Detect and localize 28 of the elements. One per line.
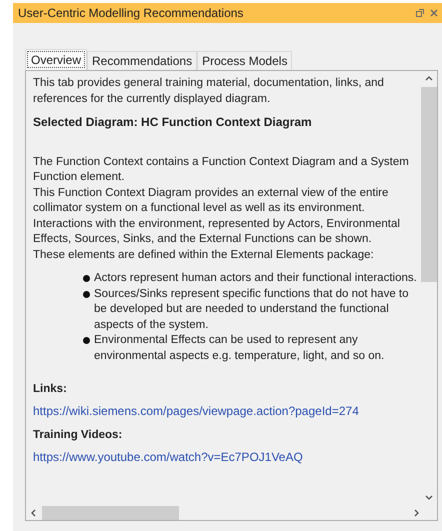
- links-heading: Links:: [33, 382, 68, 397]
- paragraph: The Function Context contains a Function Context Diagram and a System Function element.: [33, 154, 410, 185]
- intro-text: This tab provides general training material, documentation, links, and references for the currently displayed diagram.: [33, 76, 385, 106]
- video-link[interactable]: https://www.youtube.com/watch?v=Ec7POJ1VeAQ: [33, 450, 420, 465]
- scroll-down-icon[interactable]: [424, 495, 432, 501]
- bullet-icon: [83, 275, 90, 282]
- videos-heading: Training Videos:: [33, 428, 124, 443]
- tab[interactable]: Process Models: [197, 51, 292, 70]
- scroll-up-icon[interactable]: [424, 75, 432, 81]
- bullet-text: Sources/Sinks represent specific functions that do not have to be developed but are needed to understand the functional aspects of the system.: [94, 286, 410, 332]
- close-icon[interactable]: [430, 9, 438, 17]
- diagram-heading: Selected Diagram: HC Function Context Diagram: [33, 115, 313, 130]
- tab[interactable]: Overview: [25, 49, 88, 70]
- scroll-thumb[interactable]: [42, 506, 179, 520]
- bullet-text: Environmental Effects can be used to represent any environmental aspects e.g. temperature, light, and so on.: [94, 333, 386, 364]
- bullet-icon: [83, 337, 90, 344]
- paragraph: Interactions with the environment, represented by Actors, Environmental Effects, Sources, Sinks, and the External Functions can be shown.: [33, 216, 401, 247]
- bullet-text: Actors represent human actors and their functional interactions.: [94, 271, 417, 286]
- wiki-link[interactable]: https://wiki.siemens.com/pages/viewpage.action?pageId=274: [33, 404, 420, 419]
- paragraph: These elements are defined within the External Elements package:: [33, 248, 375, 262]
- scroll-right-icon[interactable]: [414, 508, 420, 516]
- scroll-left-icon[interactable]: [30, 508, 36, 516]
- tab[interactable]: Recommendations: [87, 51, 198, 70]
- paragraph: This Function Context Diagram provides an external view of the entire collimator system on a functional level as well as its environment.: [33, 186, 390, 216]
- window-title: User-Centric Modelling Recommendations: [18, 6, 244, 20]
- scroll-thumb[interactable]: [420, 87, 436, 282]
- bullet-icon: [83, 290, 90, 298]
- restore-icon[interactable]: [416, 9, 424, 17]
